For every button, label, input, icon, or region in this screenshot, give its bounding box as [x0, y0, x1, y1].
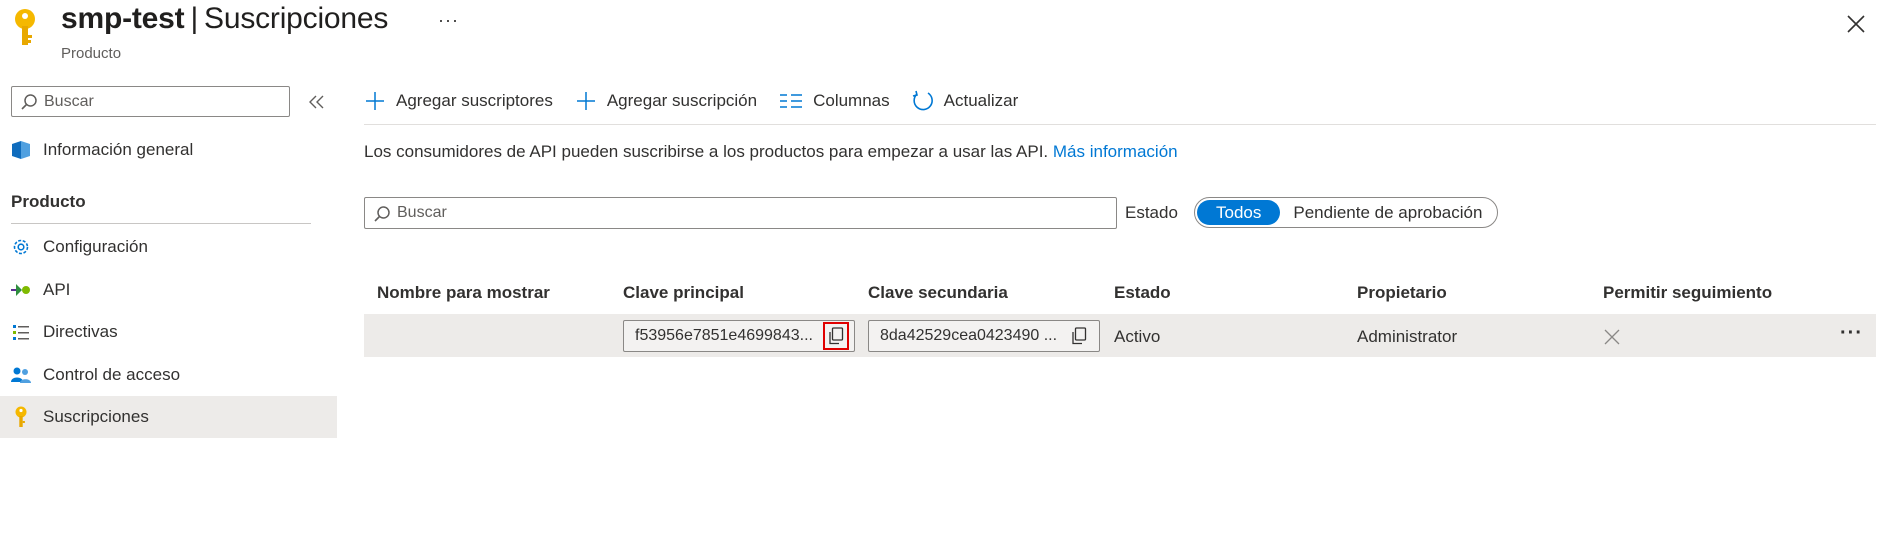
- plus-icon: [366, 92, 384, 110]
- add-subscription-button[interactable]: Agregar suscripción: [575, 90, 757, 112]
- refresh-button[interactable]: Actualizar: [912, 90, 1019, 112]
- subscriptions-search[interactable]: [364, 197, 1117, 229]
- row-more-options-button[interactable]: ···: [1840, 322, 1863, 345]
- state-filter-label: Estado: [1125, 203, 1178, 222]
- column-header-secondary-key[interactable]: Clave secundaria: [868, 283, 1008, 303]
- column-header-owner[interactable]: Propietario: [1357, 283, 1447, 303]
- toolbar-divider: [364, 124, 1876, 125]
- refresh-icon: [912, 90, 933, 111]
- copy-icon: [829, 327, 844, 345]
- columns-button[interactable]: Columnas: [779, 91, 890, 111]
- owner-cell: Administrator: [1357, 327, 1458, 346]
- state-option-pendiente[interactable]: Pendiente de aprobación: [1280, 200, 1495, 225]
- command-bar: Agregar suscriptores Agregar suscripción…: [364, 86, 1040, 116]
- sidebar-search-input[interactable]: [44, 87, 274, 116]
- add-subscribers-button[interactable]: Agregar suscriptores: [364, 90, 553, 112]
- api-icon: [10, 279, 32, 301]
- info-description: Los consumidores de API pueden suscribir…: [364, 142, 1049, 161]
- refresh-label: Actualizar: [943, 91, 1019, 110]
- primary-key-field: f53956e7851e4699843...: [623, 320, 855, 352]
- collapse-sidebar-icon[interactable]: [307, 92, 327, 112]
- state-filter-toggle: Todos Pendiente de aprobación: [1194, 197, 1498, 228]
- sidebar-item-label: Configuración: [43, 237, 148, 256]
- sidebar-item-control-de-acceso[interactable]: Control de acceso: [0, 354, 337, 396]
- secondary-key-value: 8da42529cea0423490 ...: [880, 327, 1058, 344]
- sidebar-divider: [11, 223, 311, 224]
- more-options-button[interactable]: ···: [438, 10, 459, 31]
- page-subtitle: Producto: [61, 45, 122, 62]
- sidebar-search[interactable]: [11, 86, 290, 117]
- sidebar-item-suscripciones[interactable]: Suscripciones: [0, 396, 337, 438]
- key-icon: [10, 406, 32, 428]
- policies-icon: [10, 321, 32, 343]
- columns-icon: [780, 94, 803, 108]
- access-control-icon: [10, 364, 32, 386]
- column-header-primary-key[interactable]: Clave principal: [623, 283, 744, 303]
- page-name: Suscripciones: [204, 2, 389, 35]
- learn-more-link[interactable]: Más información: [1053, 142, 1178, 161]
- subscriptions-search-input[interactable]: [397, 198, 1097, 228]
- column-header-state[interactable]: Estado: [1114, 283, 1171, 303]
- page-title: smp-test | Suscripciones: [61, 2, 388, 36]
- add-subscription-label: Agregar suscripción: [606, 91, 758, 110]
- sidebar-item-api[interactable]: API: [0, 269, 337, 311]
- close-icon[interactable]: [1844, 12, 1868, 36]
- sidebar-item-label: Información general: [43, 140, 194, 159]
- primary-key-value: f53956e7851e4699843...: [635, 327, 813, 344]
- secondary-key-field: 8da42529cea0423490 ...: [868, 320, 1100, 352]
- sidebar-item-label: Suscripciones: [43, 407, 149, 426]
- x-mark-icon: [1604, 329, 1620, 345]
- gear-icon: [10, 236, 32, 258]
- search-icon: [21, 94, 37, 110]
- sidebar-item-configuracion[interactable]: Configuración: [0, 226, 337, 268]
- sidebar-section-title: Producto: [11, 192, 86, 211]
- sidebar-item-label: Directivas: [43, 322, 118, 341]
- overview-icon: [10, 139, 32, 161]
- title-separator: |: [190, 2, 199, 35]
- copy-primary-key-button[interactable]: [823, 322, 849, 350]
- sidebar-item-label: Control de acceso: [43, 365, 181, 384]
- sidebar-item-overview[interactable]: Información general: [0, 129, 337, 171]
- key-icon: [15, 9, 35, 45]
- plus-icon: [576, 92, 595, 110]
- columns-label: Columnas: [813, 91, 890, 110]
- resource-name: smp-test: [61, 2, 185, 35]
- add-subscribers-label: Agregar suscriptores: [396, 91, 553, 110]
- search-icon: [374, 206, 390, 222]
- state-cell: Activo: [1114, 327, 1161, 346]
- sidebar-item-label: API: [43, 280, 71, 299]
- info-text: Los consumidores de API pueden suscribir…: [364, 142, 1178, 162]
- copy-icon: [1072, 327, 1087, 345]
- column-header-allow-tracing[interactable]: Permitir seguimiento: [1603, 283, 1772, 303]
- column-header-display-name[interactable]: Nombre para mostrar: [377, 283, 550, 303]
- state-option-todos[interactable]: Todos: [1197, 200, 1281, 225]
- sidebar-item-directivas[interactable]: Directivas: [0, 311, 337, 353]
- copy-secondary-key-button[interactable]: [1068, 325, 1090, 347]
